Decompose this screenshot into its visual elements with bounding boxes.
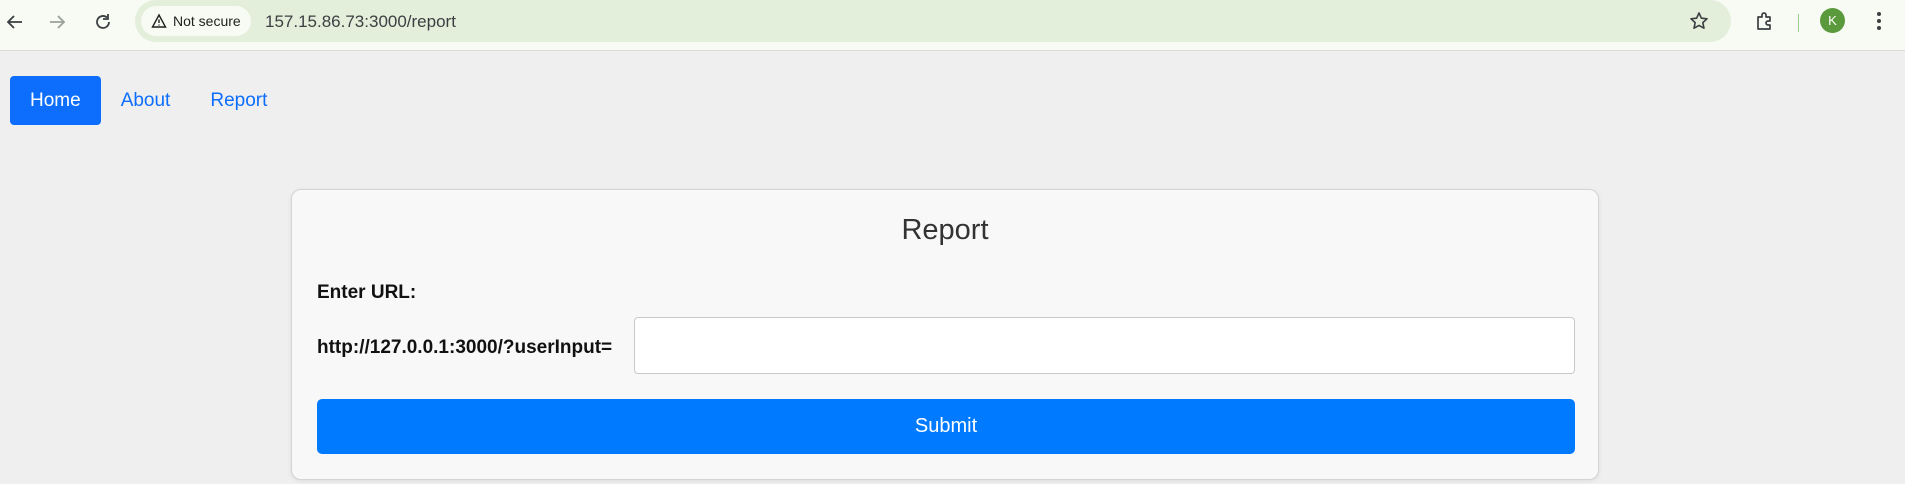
extensions-icon[interactable]: [1754, 10, 1776, 32]
profile-avatar[interactable]: K: [1820, 8, 1845, 33]
card-title: Report: [901, 214, 989, 246]
report-card: Report Enter URL: http://127.0.0.1:3000/…: [291, 189, 1599, 480]
forward-icon[interactable]: [44, 9, 70, 35]
nav-link-home[interactable]: Home: [10, 76, 101, 125]
url-prefix: http://127.0.0.1:3000/?userInput=: [317, 337, 613, 358]
nav-link-report[interactable]: Report: [190, 76, 287, 125]
reload-icon[interactable]: [90, 9, 116, 35]
nav-link-about[interactable]: About: [101, 76, 191, 125]
security-chip[interactable]: Not secure: [141, 6, 251, 36]
user-input-field[interactable]: [634, 317, 1575, 374]
menu-kebab-icon[interactable]: [1869, 10, 1889, 32]
browser-toolbar: Not secure 157.15.86.73:3000/report K: [0, 0, 1905, 51]
bookmark-star-icon[interactable]: [1689, 11, 1709, 31]
toolbar-divider: [1798, 14, 1799, 32]
url-field-label: Enter URL:: [317, 282, 417, 303]
address-bar[interactable]: Not secure 157.15.86.73:3000/report: [135, 0, 1731, 42]
back-icon[interactable]: [2, 9, 28, 35]
site-nav: Home About Report: [10, 76, 287, 125]
security-chip-label: Not secure: [173, 13, 241, 29]
profile-initial: K: [1828, 13, 1837, 28]
url-text[interactable]: 157.15.86.73:3000/report: [265, 12, 456, 32]
submit-button[interactable]: Submit: [317, 399, 1575, 454]
warning-icon: [151, 13, 167, 28]
